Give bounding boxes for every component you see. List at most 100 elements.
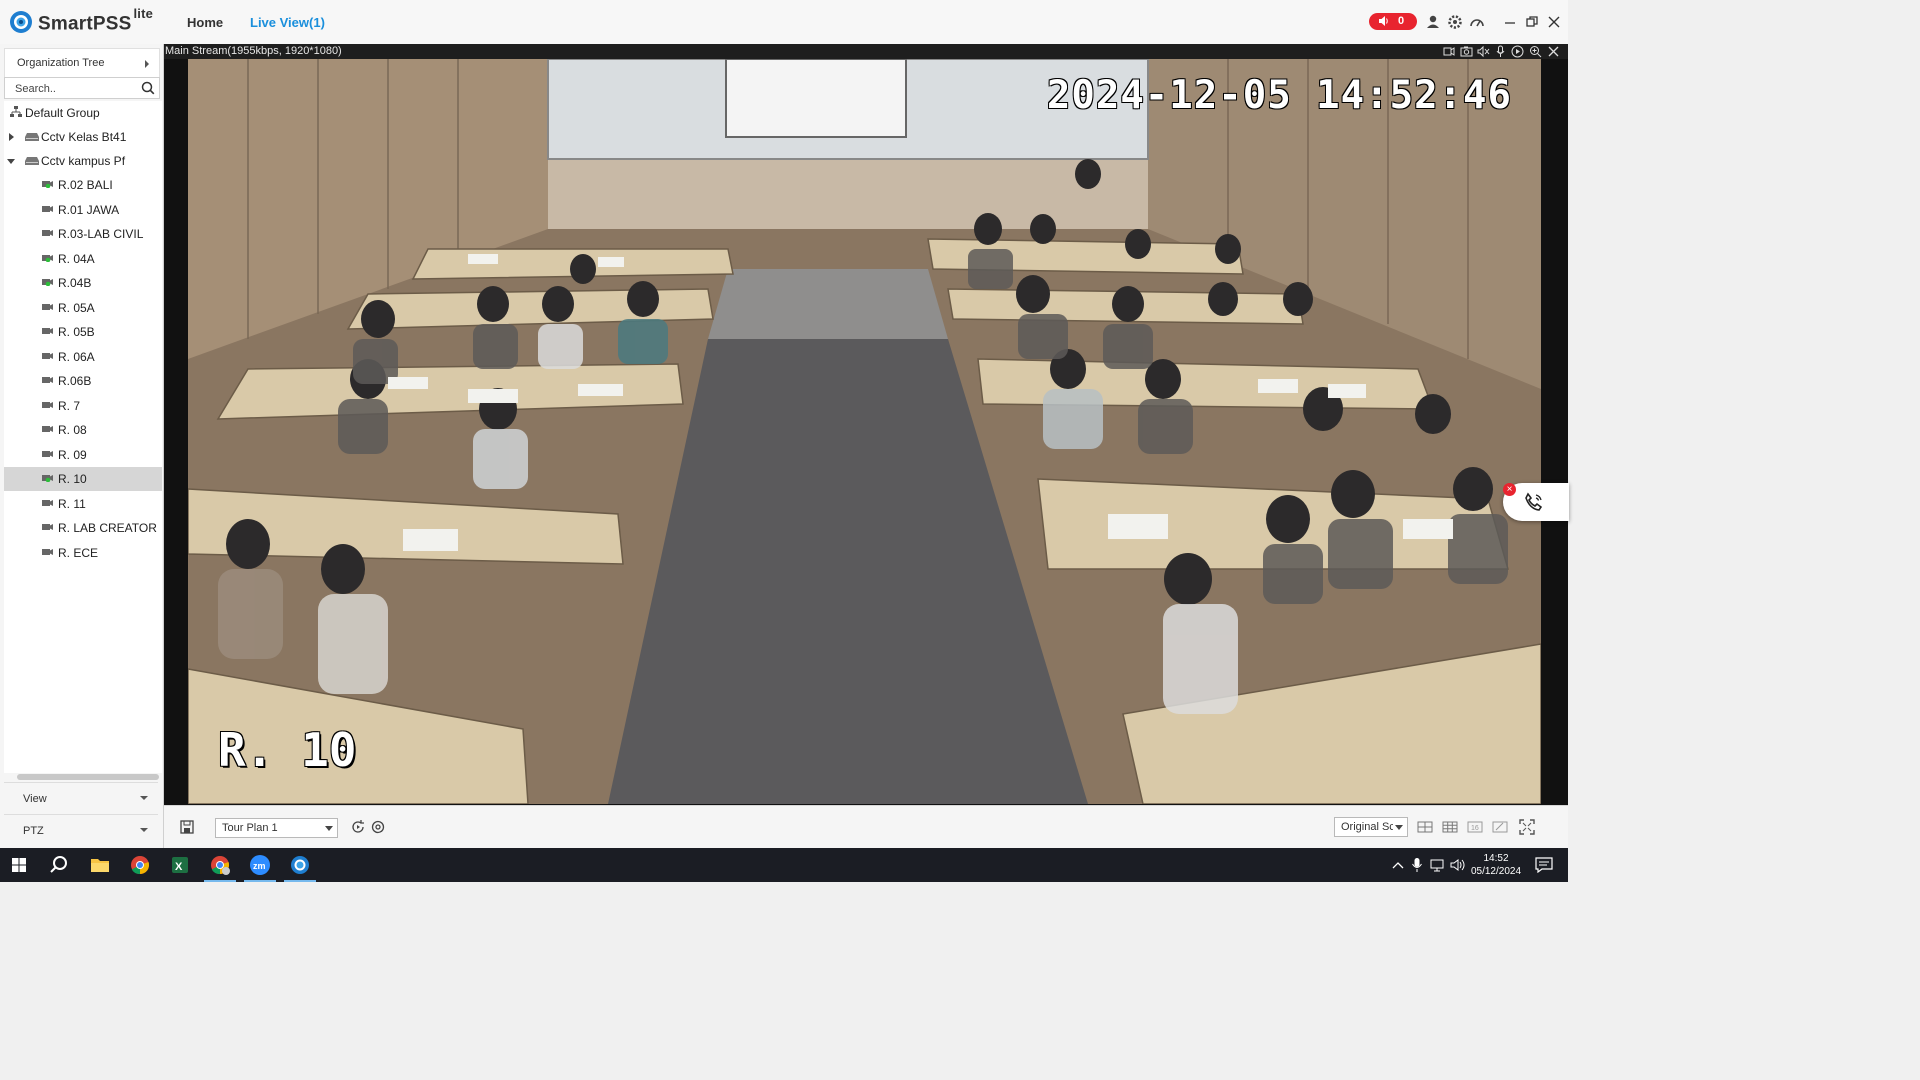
user-icon[interactable]	[1424, 13, 1442, 31]
audio-mute-icon[interactable]	[1477, 45, 1490, 58]
tree-group-cctv-kelas-bt41[interactable]: Cctv Kelas Bt41	[4, 125, 162, 149]
tour-plan-value: Tour Plan 1	[222, 822, 278, 834]
tree-device-item[interactable]: R. 7	[4, 394, 162, 418]
camera-video-frame[interactable]: 2024-12-05 14:52:46 R. 10	[188, 59, 1541, 804]
tree-root-default-group[interactable]: Default Group	[4, 101, 162, 125]
view-section[interactable]: View	[4, 782, 158, 813]
active-app-indicator	[244, 880, 276, 882]
call-widget-close-icon[interactable]: ×	[1503, 483, 1516, 496]
close-icon[interactable]	[1545, 13, 1563, 31]
search-input[interactable]	[13, 80, 135, 97]
notifications-icon[interactable]	[1535, 857, 1553, 873]
collapse-arrow-icon[interactable]	[7, 159, 15, 164]
video-channel-name-overlay: R. 10	[218, 723, 357, 777]
snapshot-icon[interactable]	[1460, 45, 1473, 58]
tree-device-item[interactable]: R. ECE	[4, 541, 162, 565]
app-name: SmartPSS	[38, 13, 132, 35]
fullscreen-icon[interactable]	[1519, 819, 1535, 835]
performance-gauge-icon[interactable]	[1468, 13, 1486, 31]
tree-device-label: R.03-LAB CIVIL	[58, 227, 144, 241]
windows-start-icon[interactable]	[7, 853, 31, 877]
title-bar: SmartPSS lite Home Live View(1) 0	[0, 0, 1568, 45]
tree-device-label: R. 11	[58, 496, 86, 511]
taskbar-date: 05/12/2024	[1470, 866, 1522, 877]
tree-device-label: R. LAB CREATOR	[58, 521, 157, 535]
settings-gear-icon[interactable]	[1446, 13, 1464, 31]
zoom-app-icon[interactable]: zm	[248, 853, 272, 877]
close-icon[interactable]	[1547, 45, 1560, 58]
tab-home[interactable]: Home	[187, 15, 223, 30]
zoom-icon[interactable]	[1529, 45, 1542, 58]
view-section-label: View	[23, 793, 47, 805]
chrome-icon[interactable]	[128, 853, 152, 877]
camera-icon	[42, 181, 53, 188]
tree-device-item[interactable]: R. 06A	[4, 345, 162, 369]
video-timestamp-overlay: 2024-12-05 14:52:46	[1046, 73, 1512, 118]
tree-device-item[interactable]: R.03-LAB CIVIL	[4, 222, 162, 246]
smartpss-logo-icon	[10, 11, 32, 33]
tree-device-item[interactable]: R.06B	[4, 369, 162, 393]
microphone-icon[interactable]	[1494, 45, 1507, 58]
expand-arrow-icon[interactable]	[9, 133, 14, 141]
chevron-down-icon	[140, 796, 148, 800]
tour-plan-select[interactable]: Tour Plan 1	[215, 818, 338, 838]
file-explorer-icon[interactable]	[88, 853, 112, 877]
tree-device-item[interactable]: R. 11	[4, 492, 162, 516]
aspect-ratio-select[interactable]: Original Sca	[1334, 817, 1408, 837]
search-icon[interactable]	[47, 853, 71, 877]
chevron-up-icon[interactable]	[1391, 859, 1405, 871]
volume-icon[interactable]	[1450, 857, 1466, 873]
chrome-profile-icon[interactable]	[208, 853, 232, 877]
search-icon[interactable]	[141, 81, 155, 95]
tour-settings-icon[interactable]	[370, 819, 386, 835]
chevron-right-icon	[145, 60, 149, 68]
live-video-pane[interactable]: Main Stream(1955kbps, 1920*1080) 2024-12…	[164, 44, 1568, 805]
tree-device-item[interactable]: R.02 BALI	[4, 173, 162, 197]
chevron-down-icon	[140, 828, 148, 832]
excel-icon[interactable]: X	[168, 853, 192, 877]
live-view-control-bar: Tour Plan 1 Original Sca 16	[164, 805, 1568, 849]
aspect-ratio-value: Original Sca	[1341, 821, 1393, 833]
organization-tree-header[interactable]: Organization Tree	[4, 48, 160, 78]
layout-4-icon[interactable]	[1417, 819, 1433, 835]
tree-device-label: R. 7	[58, 398, 81, 413]
tree-group-cctv-kampus-pf[interactable]: Cctv kampus Pf	[4, 149, 162, 173]
alarm-badge[interactable]: 0	[1369, 13, 1417, 30]
taskbar-clock[interactable]: 14:52 05/12/2024	[1468, 852, 1524, 878]
layout-16-icon[interactable]: 16	[1467, 819, 1483, 835]
tree-device-item[interactable]: R. 08	[4, 418, 162, 442]
tree-device-item[interactable]: R. 04A	[4, 247, 162, 271]
layout-9-icon[interactable]	[1442, 819, 1458, 835]
microphone-icon[interactable]	[1411, 857, 1423, 873]
ptz-section[interactable]: PTZ	[4, 814, 158, 845]
playback-icon[interactable]	[1511, 45, 1524, 58]
alarm-count: 0	[1398, 15, 1405, 27]
tree-device-item[interactable]: R. LAB CREATOR	[4, 516, 162, 540]
tree-device-label: R. 05B	[58, 325, 95, 339]
save-view-icon[interactable]	[179, 819, 195, 835]
tree-device-item[interactable]: R.04B	[4, 271, 162, 295]
chevron-down-icon	[325, 826, 333, 831]
tree-device-label: R. 08	[58, 423, 87, 437]
tree-device-item[interactable]: R. 05B	[4, 320, 162, 344]
custom-layout-icon[interactable]	[1492, 819, 1508, 835]
camera-icon	[42, 328, 53, 334]
tree-device-item[interactable]: R. 10	[4, 467, 162, 491]
tree-horizontal-scrollbar[interactable]	[17, 774, 159, 780]
tree-device-item[interactable]: R. 09	[4, 443, 162, 467]
audio-talk-icon[interactable]	[1443, 45, 1456, 58]
tour-play-icon[interactable]	[350, 819, 366, 835]
windows-taskbar: X zm 14:52 05/12/2024	[0, 848, 1568, 882]
smartpss-icon[interactable]	[288, 853, 312, 877]
network-icon[interactable]	[1430, 857, 1446, 873]
device-panel: Organization Tree Default Group Cctv Kel…	[0, 44, 164, 848]
tree-device-label: R.01 JAWA	[58, 202, 120, 217]
tree-device-label: R.06B	[58, 374, 92, 388]
tree-device-item[interactable]: R. 05A	[4, 296, 162, 320]
minimize-icon[interactable]	[1501, 13, 1519, 31]
restore-icon[interactable]	[1523, 13, 1541, 31]
tree-device-item[interactable]: R.01 JAWA	[4, 198, 162, 222]
organization-tree-label: Organization Tree	[17, 57, 105, 69]
taskbar-time: 14:52	[1483, 853, 1509, 864]
tab-live-view[interactable]: Live View(1)	[250, 15, 325, 30]
